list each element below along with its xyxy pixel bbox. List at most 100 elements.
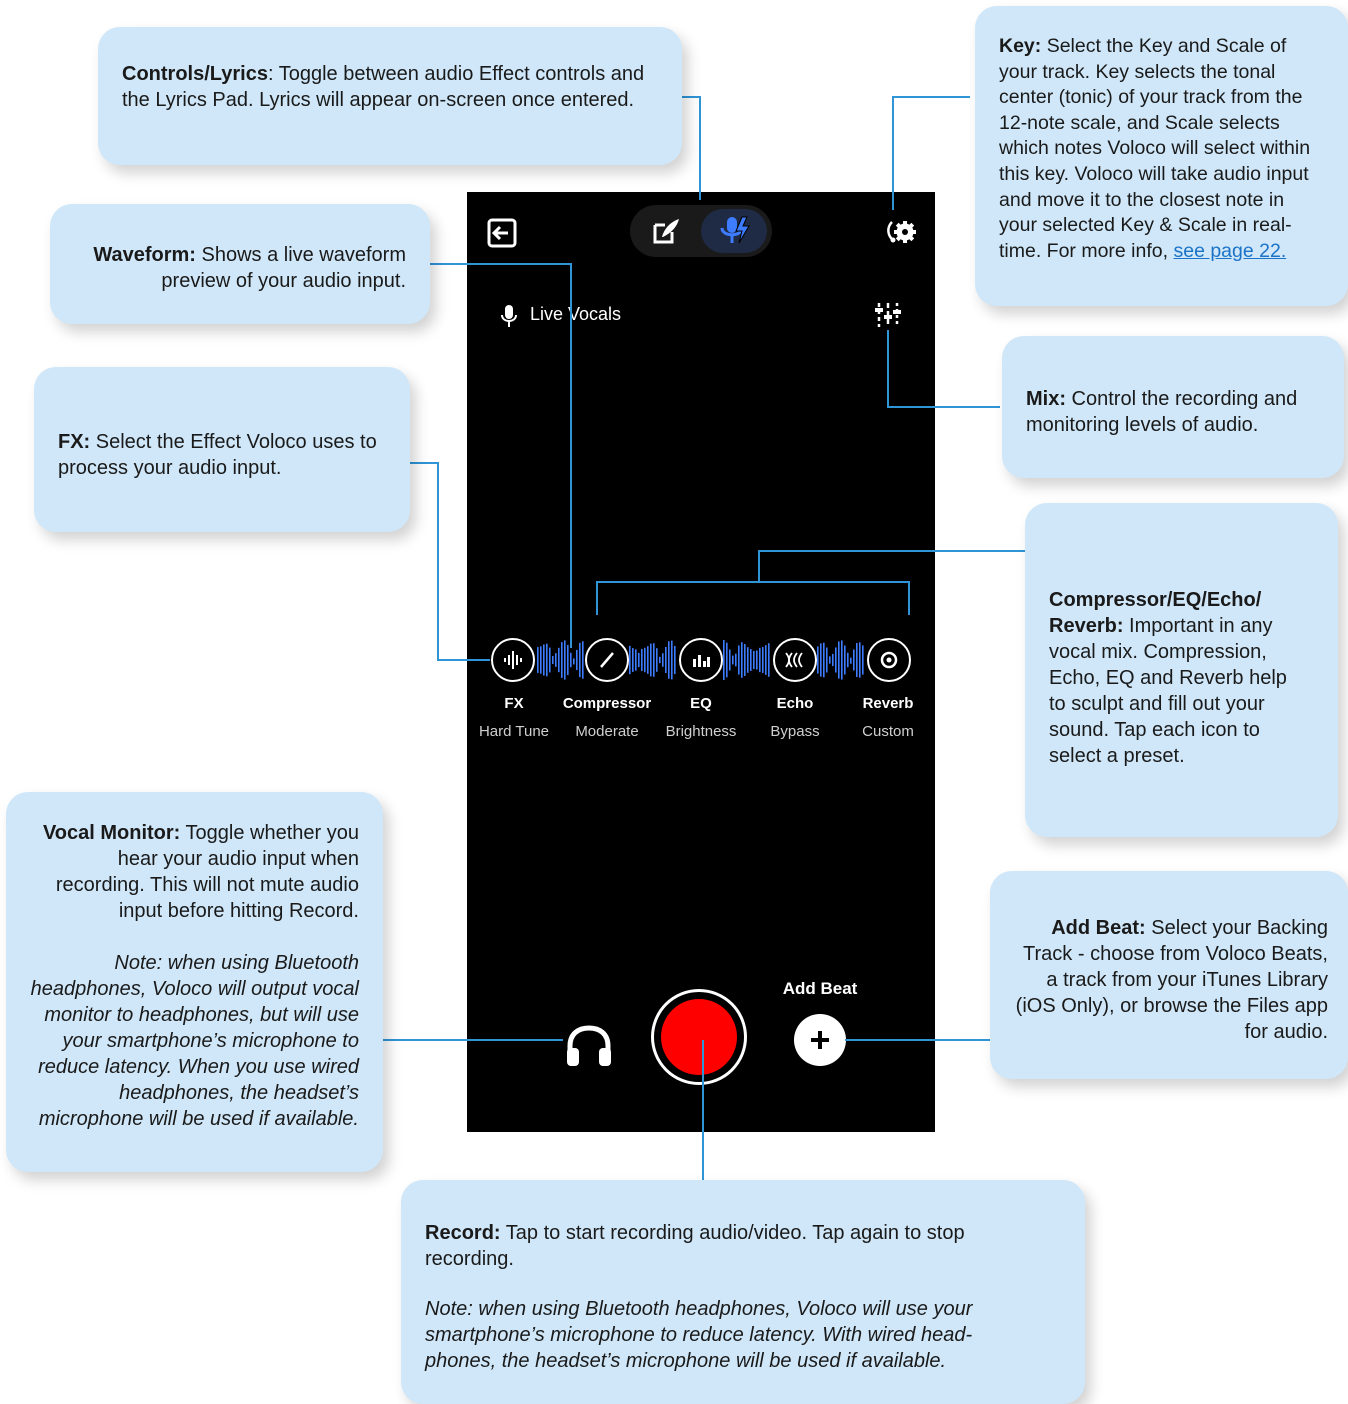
- controls-lyrics-toggle[interactable]: [630, 205, 772, 257]
- waveform-bar: [549, 647, 551, 673]
- exit-icon[interactable]: [487, 218, 517, 248]
- callout-add-beat: Add Beat: Select your Backing Track - ch…: [990, 871, 1348, 1079]
- callout-note: Note: when using Bluetooth headphones, V…: [425, 1298, 973, 1372]
- compressor-icon: [600, 652, 614, 668]
- waveform-bar: [659, 656, 661, 664]
- callout-body: Important in any vocal mix. Compression,…: [1049, 615, 1287, 767]
- waveform-bar: [644, 647, 646, 673]
- waveform-bar: [674, 645, 676, 675]
- callout-vocal-monitor: Vocal Monitor: Toggle whether you hear y…: [6, 792, 383, 1172]
- waveform-bar: [570, 652, 572, 668]
- record-button[interactable]: [651, 989, 747, 1085]
- echo-icon: [785, 652, 803, 668]
- waveform-bar: [662, 653, 664, 667]
- waveform-bar: [735, 653, 737, 667]
- fx-button[interactable]: [491, 638, 535, 682]
- callout-mix: Mix: Control the recording and monitorin…: [1002, 336, 1344, 478]
- waveform-bar: [656, 648, 658, 672]
- effect-controls-icon[interactable]: [718, 215, 752, 247]
- waveform-bar: [756, 650, 758, 670]
- eq-button[interactable]: [679, 638, 723, 682]
- callout-fx: FX: Select the Effect Voloco uses to pro…: [34, 367, 410, 532]
- waveform-bar: [838, 641, 840, 679]
- waveform-bar: [579, 642, 581, 678]
- callout-key: Key: Select the Key and Scale of your tr…: [975, 6, 1348, 306]
- callout-title: Key:: [999, 35, 1042, 57]
- callout-controls-lyrics: Controls/Lyrics: Toggle between audio Ef…: [98, 27, 682, 165]
- waveform-bar: [726, 642, 728, 678]
- mix-sliders-icon[interactable]: [875, 302, 901, 328]
- waveform-bar: [859, 642, 861, 678]
- waveform-bar: [768, 643, 770, 677]
- waveform-bar: [759, 647, 761, 673]
- waveform-bar: [671, 640, 673, 680]
- waveform-bar: [826, 647, 828, 673]
- callout-note: Note: when using Bluetooth headphones, V…: [30, 952, 359, 1130]
- waveform-icon: [504, 651, 522, 669]
- echo-button[interactable]: [773, 638, 817, 682]
- effect-name: Reverb: [862, 695, 914, 712]
- callout-record: Record: Tap to start recording audio/vid…: [401, 1180, 1085, 1404]
- waveform-bar: [540, 646, 542, 674]
- live-vocals-label[interactable]: Live Vocals: [530, 304, 621, 325]
- phone-screen: Live Vocals FX Hard Tune Compressor Mode…: [467, 192, 935, 1132]
- waveform-bar: [850, 657, 852, 664]
- lyrics-pad-icon[interactable]: [652, 217, 682, 245]
- callout-title: Add Beat:: [1051, 917, 1146, 939]
- waveform-bar: [729, 649, 731, 671]
- callout-compressor-eq-echo-reverb: Compressor/EQ/Echo/ Reverb: Important in…: [1025, 503, 1338, 837]
- waveform-bar: [744, 644, 746, 676]
- waveform-bar: [829, 656, 831, 664]
- waveform-bar: [555, 653, 557, 667]
- waveform-bar: [668, 641, 670, 679]
- add-beat-label: Add Beat: [782, 979, 858, 998]
- waveform-bar: [844, 645, 846, 675]
- waveform-bar: [750, 649, 752, 671]
- waveform-bar: [567, 644, 569, 676]
- waveform-bar: [738, 645, 740, 675]
- effect-value: Custom: [862, 723, 914, 740]
- waveform-bar: [665, 647, 667, 673]
- waveform-bar: [862, 645, 864, 675]
- waveform-bar: [841, 640, 843, 680]
- callout-separator: :: [267, 63, 279, 85]
- waveform-bar: [853, 649, 855, 671]
- waveform-bar: [817, 646, 819, 674]
- callout-title: Controls/Lyrics: [122, 63, 268, 85]
- waveform-bar: [762, 647, 764, 673]
- waveform-bar: [650, 643, 652, 677]
- add-beat-button[interactable]: [794, 1014, 846, 1066]
- waveform-bar: [765, 645, 767, 675]
- compressor-button[interactable]: [585, 638, 629, 682]
- key-settings-icon[interactable]: [885, 218, 917, 246]
- waveform-bar: [629, 645, 631, 675]
- waveform-bar: [558, 647, 560, 673]
- waveform-bar: [647, 646, 649, 674]
- waveform-bar: [823, 642, 825, 678]
- waveform-bar: [820, 643, 822, 677]
- reverb-button[interactable]: [867, 638, 911, 682]
- waveform-bar: [847, 652, 849, 668]
- waveform-bar: [832, 653, 834, 667]
- callout-body: Tap to start recording audio/video. Tap …: [425, 1222, 965, 1270]
- record-dot: [661, 999, 737, 1075]
- waveform-bar: [753, 650, 755, 670]
- waveform-bar: [546, 643, 548, 677]
- callout-body: Select the Key and Scale of your track. …: [999, 35, 1311, 262]
- plus-icon: [811, 1031, 829, 1049]
- callout-body: Shows a live waveform preview of your au…: [161, 244, 406, 292]
- callout-waveform: Waveform: Shows a live waveform preview …: [50, 204, 430, 324]
- callout-title: Mix:: [1026, 388, 1066, 410]
- waveform-bar: [641, 649, 643, 671]
- see-page-link[interactable]: see page 22.: [1173, 240, 1286, 262]
- waveform-bar: [582, 641, 584, 679]
- waveform-bar: [543, 644, 545, 676]
- waveform-bar: [638, 652, 640, 668]
- waveform-bar: [741, 642, 743, 678]
- headphones-icon[interactable]: [564, 1024, 614, 1068]
- callout-body: Control the recording and monitoring lev…: [1026, 388, 1298, 436]
- waveform-bar: [576, 649, 578, 671]
- callout-title: FX:: [58, 431, 91, 453]
- waveform-bar: [732, 655, 734, 665]
- waveform-bar: [552, 656, 554, 664]
